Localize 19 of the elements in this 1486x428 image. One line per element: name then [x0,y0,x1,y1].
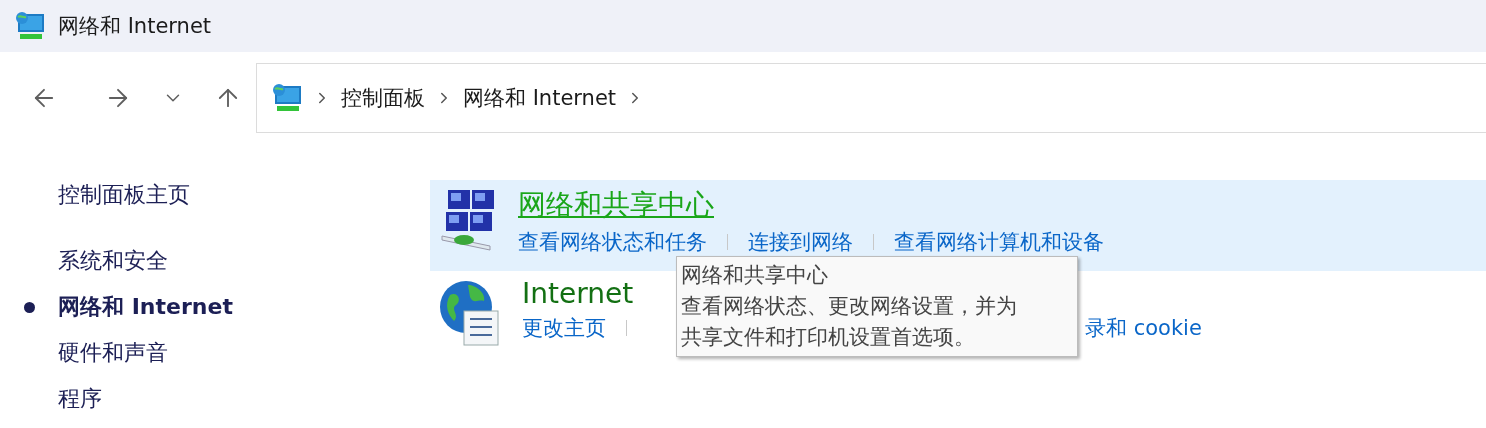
task-link[interactable]: 更改主页 [522,314,606,342]
tooltip-text: 查看网络状态、更改网络设置，并为 [681,293,1018,320]
selected-bullet-icon [24,301,35,313]
sidebar-link[interactable]: 程序 [0,376,430,422]
monitor-globe-icon [271,82,303,114]
sidebar-link[interactable]: 系统和安全 [0,238,430,284]
breadcrumb-item[interactable]: 网络和 Internet [463,84,617,112]
monitor-globe-icon [14,10,46,42]
sidebar-link[interactable]: 硬件和声音 [0,330,430,376]
task-link[interactable]: 查看网络计算机和设备 [894,228,1104,256]
tooltip-text: 共享文件和打印机设置首选项。 [681,324,976,351]
address-bar[interactable]: 控制面板 网络和 Internet [256,63,1486,133]
task-link[interactable]: 连接到网络 [748,228,853,256]
task-link[interactable]: 录和 cookie [1085,314,1202,342]
breadcrumb-item[interactable]: 控制面板 [341,84,425,112]
task-link[interactable]: 查看网络状态和任务 [518,228,707,256]
sidebar-link[interactable]: 控制面板主页 [0,172,430,218]
window-title: 网络和 Internet [58,13,212,40]
sidebar-link[interactable]: 网络和 Internet [0,284,430,330]
